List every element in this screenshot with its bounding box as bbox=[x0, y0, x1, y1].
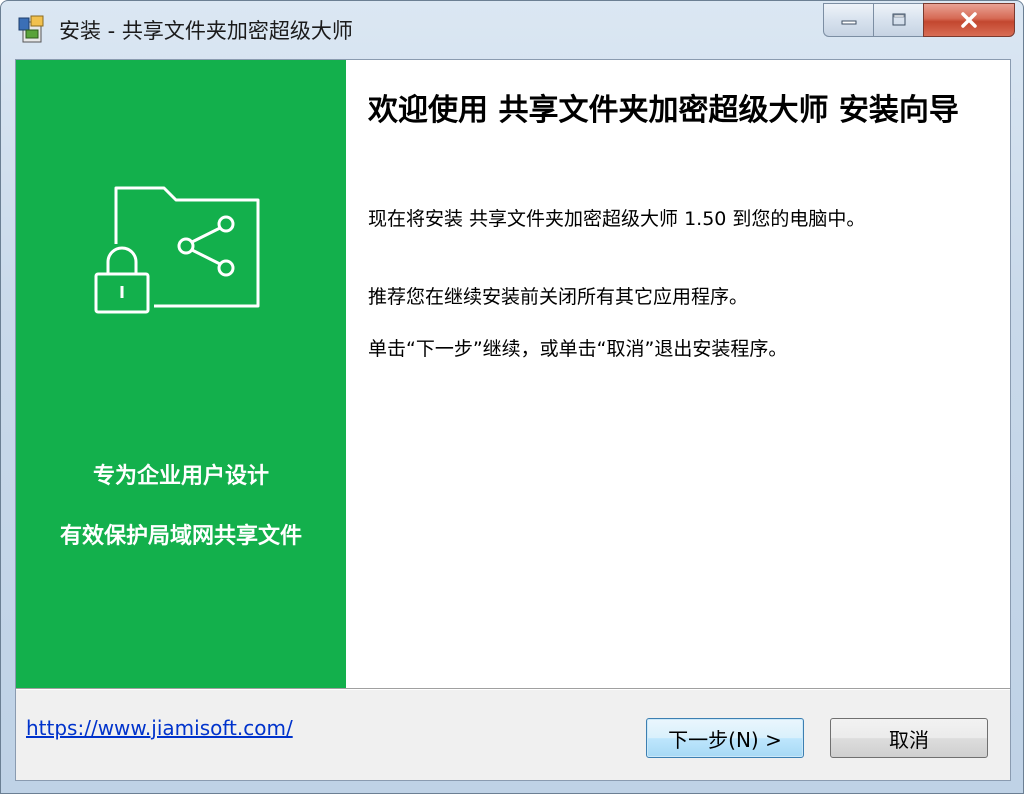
wizard-side-banner: 专为企业用户设计 有效保护局域网共享文件 bbox=[16, 60, 346, 688]
minimize-button[interactable] bbox=[823, 3, 873, 37]
close-icon bbox=[961, 12, 977, 28]
maximize-button[interactable] bbox=[873, 3, 923, 37]
next-button[interactable]: 下一步(N) > bbox=[646, 718, 804, 758]
install-info-text: 现在将安装 共享文件夹加密超级大师 1.50 到您的电脑中。 bbox=[368, 208, 866, 230]
wizard-welcome-panel: 欢迎使用 共享文件夹加密超级大师 安装向导 现在将安装 共享文件夹加密超级大师 … bbox=[346, 60, 1010, 688]
installer-client-area: 专为企业用户设计 有效保护局域网共享文件 欢迎使用 共享文件夹加密超级大师 安装… bbox=[15, 59, 1011, 781]
slogan-protect-lan: 有效保护局域网共享文件 bbox=[59, 524, 302, 549]
welcome-heading: 欢迎使用 共享文件夹加密超级大师 安装向导 bbox=[368, 93, 959, 128]
close-apps-text: 推荐您在继续安装前关闭所有其它应用程序。 bbox=[368, 286, 749, 308]
website-link[interactable]: https://www.jiamisoft.com/ bbox=[26, 716, 293, 740]
caption-buttons bbox=[823, 3, 1015, 39]
maximize-icon bbox=[892, 13, 905, 26]
instructions-text: 单击“下一步”继续，或单击“取消”退出安装程序。 bbox=[368, 338, 788, 360]
folder-share-lock-icon bbox=[94, 186, 260, 314]
wizard-footer: https://www.jiamisoft.com/ 下一步(N) > 取消 bbox=[16, 690, 1010, 780]
installer-app-icon bbox=[18, 15, 44, 43]
installer-window: 安装 - 共享文件夹加密超级大师 专为企业用户设计 有效保护局域网共享文件 欢迎… bbox=[0, 0, 1024, 794]
minimize-icon bbox=[841, 20, 856, 25]
window-title: 安装 - 共享文件夹加密超级大师 bbox=[59, 19, 353, 43]
close-button[interactable] bbox=[923, 3, 1015, 37]
cancel-button[interactable]: 取消 bbox=[830, 718, 988, 758]
slogan-enterprise: 专为企业用户设计 bbox=[92, 464, 269, 489]
title-bar[interactable]: 安装 - 共享文件夹加密超级大师 bbox=[1, 1, 1023, 57]
